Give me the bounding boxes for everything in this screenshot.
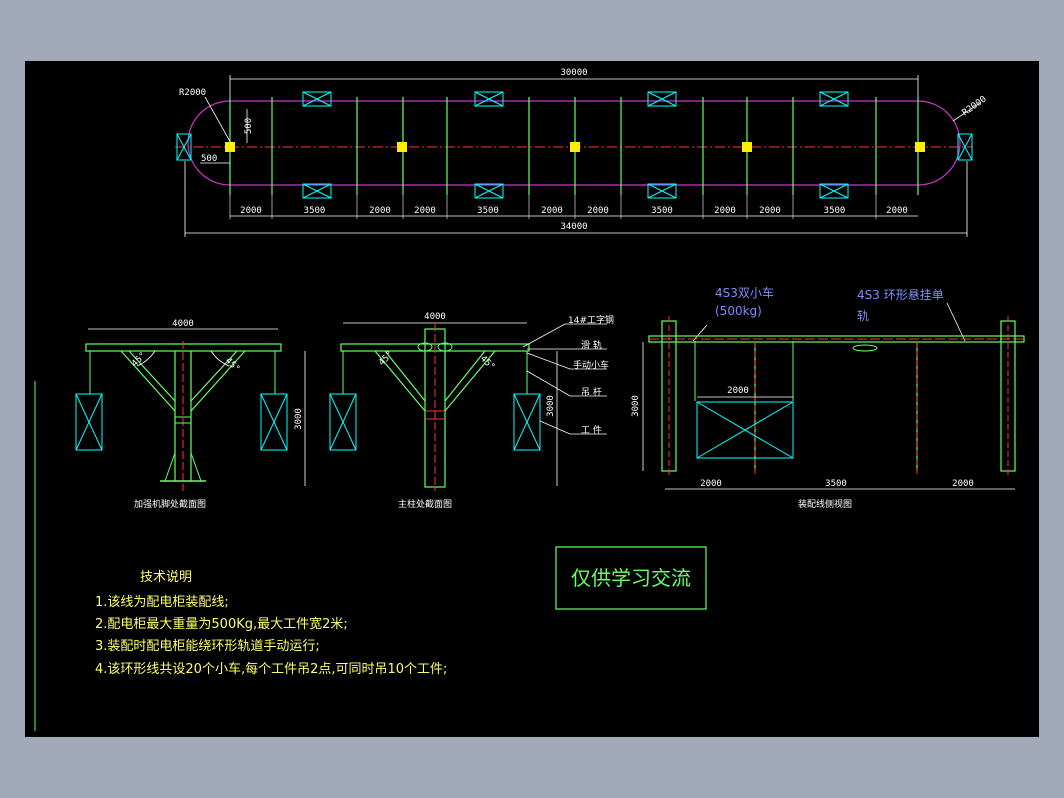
side-workpiece [696,401,794,459]
segment-dim-label: 2000 [714,206,736,216]
column-caption: 主柱处截面图 [398,498,452,510]
section-leg: 4000 45° 45° 3000 加强机脚处截面图 [75,319,306,510]
side-height: 3000 [631,395,641,417]
side-label-rail: 4S3 环形悬挂单 [857,288,944,302]
notes-title: 技术说明 [140,570,192,585]
side-label-rail-2: 轨 [857,309,869,323]
stamp-text: 仅供学习交流 [571,566,691,590]
radius-right: R2000 [961,95,989,119]
segment-dim-label: 2000 [240,206,262,216]
leg-angle-left: 45° [130,351,149,370]
segment-dim-label: 3500 [477,206,499,216]
tech-notes: 技术说明 1.该线为配电柜装配线; 2.配电柜最大重量为500Kg,最大工件宽2… [95,570,447,677]
section-column: 4000 45° 45° 3000 14#工字钢 滑 轨 手动小车 吊 杆 工 … [329,312,614,510]
side-dim-3: 2000 [952,479,974,489]
side-dim-1: 2000 [700,479,722,489]
leg-workpieces [75,393,288,451]
cad-drawing: 30000 R2000 R2000 500 500 2000 3500 2000… [34,68,1025,731]
segment-dim-label: 2000 [414,206,436,216]
dim-500-horizontal: 500 [201,154,217,164]
segment-dim-label: 2000 [541,206,563,216]
segment-dim-label: 2000 [886,206,908,216]
segment-dim-label: 3500 [304,206,326,216]
segment-dim-label: 2000 [587,206,609,216]
leg-height: 3000 [294,408,304,430]
plan-view: 30000 R2000 R2000 500 500 2000 3500 2000… [175,68,989,237]
side-label-cart-weight: (500kg) [715,304,762,318]
column-width: 4000 [424,312,446,322]
side-dim-2: 3500 [825,479,847,489]
leg-width: 4000 [172,319,194,329]
note-1: 1.该线为配电柜装配线; [95,595,229,610]
callout-ibeam: 14#工字钢 [568,314,614,326]
column-angle-left: 45° [377,350,396,369]
segment-dim-label: 2000 [369,206,391,216]
callout-cart: 手动小车 [573,359,609,371]
callout-workpiece: 工 件 [581,424,602,436]
dim-500-vertical: 500 [244,118,254,134]
segment-dim-label: 3500 [651,206,673,216]
callout-rail: 滑 轨 [581,339,602,351]
column-height: 3000 [546,395,556,417]
segment-dim-label: 2000 [759,206,781,216]
radius-left: R2000 [179,88,206,98]
side-label-cart: 4S3双小车 [715,285,774,300]
side-view: 4S3双小车 (500kg) 4S3 环形悬挂单 轨 2000 3000 200… [631,285,1025,510]
note-2: 2.配电柜最大重量为500Kg,最大工件宽2米; [95,616,348,632]
side-posts [661,320,1016,472]
dim-overall-top: 30000 [560,68,587,78]
callout-rod: 吊 杆 [581,386,602,398]
segment-dim-label: 3500 [824,206,846,216]
segment-labels: 2000 3500 2000 2000 3500 2000 2000 3500 2000 2000… [229,195,908,219]
note-4: 4.该环形线共设20个小车,每个工件吊2点,可同时吊10个工件; [95,661,447,677]
side-caption: 装配线侧视图 [798,498,852,510]
dim-overall-bottom: 34000 [560,222,587,232]
leg-caption: 加强机脚处截面图 [134,498,206,510]
note-3: 3.装配时配电柜能绕环形轨道手动运行; [95,639,320,654]
side-workpiece-width: 2000 [727,386,749,396]
drawing-canvas: 30000 R2000 R2000 500 500 2000 3500 2000… [25,61,1039,737]
